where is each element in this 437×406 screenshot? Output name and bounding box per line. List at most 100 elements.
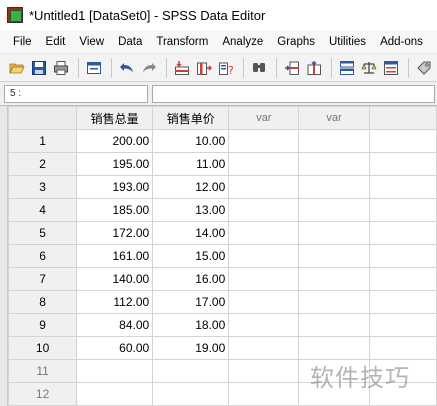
data-cell-filler[interactable] xyxy=(368,290,437,314)
data-cell-filler[interactable] xyxy=(368,129,437,153)
data-cell[interactable] xyxy=(228,175,300,199)
cell-value-input[interactable] xyxy=(152,85,435,103)
data-cell[interactable]: 140.00 xyxy=(76,267,154,291)
row-number[interactable]: 10 xyxy=(7,336,78,360)
data-cell[interactable] xyxy=(228,221,300,245)
menu-transform[interactable]: Transform xyxy=(149,36,215,48)
open-icon[interactable] xyxy=(8,59,26,77)
data-cell[interactable]: 16.00 xyxy=(152,267,230,291)
data-cell[interactable]: 112.00 xyxy=(76,290,154,314)
menu-add-ons[interactable]: Add-ons xyxy=(373,36,430,48)
data-cell[interactable] xyxy=(228,152,300,176)
menu-utilities[interactable]: Utilities xyxy=(322,36,373,48)
insert-cases-icon[interactable] xyxy=(283,59,301,77)
row-number[interactable]: 3 xyxy=(7,175,78,199)
data-cell[interactable] xyxy=(152,382,230,406)
data-cell[interactable]: 161.00 xyxy=(76,244,154,268)
menu-view[interactable]: View xyxy=(72,36,111,48)
data-cell[interactable] xyxy=(228,267,300,291)
insert-variable-icon[interactable] xyxy=(305,59,323,77)
data-cell[interactable] xyxy=(228,198,300,222)
data-cell[interactable] xyxy=(298,221,370,245)
redo-icon[interactable] xyxy=(140,59,158,77)
data-cell[interactable]: 185.00 xyxy=(76,198,154,222)
row-number[interactable]: 5 xyxy=(7,221,78,245)
data-cell-filler[interactable] xyxy=(368,198,437,222)
data-cell[interactable] xyxy=(298,244,370,268)
data-cell[interactable]: 18.00 xyxy=(152,313,230,337)
data-cell[interactable] xyxy=(298,175,370,199)
find-icon[interactable] xyxy=(250,59,268,77)
data-cell[interactable]: 193.00 xyxy=(76,175,154,199)
column-header-var[interactable]: var xyxy=(228,106,300,130)
row-number[interactable]: 9 xyxy=(7,313,78,337)
data-cell[interactable]: 10.00 xyxy=(152,129,230,153)
column-header-sales-total[interactable]: 销售总量 xyxy=(76,106,154,130)
row-number[interactable]: 8 xyxy=(7,290,78,314)
data-cell[interactable] xyxy=(76,359,154,383)
menu-file[interactable]: File xyxy=(0,36,39,48)
goto-case-icon[interactable] xyxy=(173,59,191,77)
data-cell[interactable] xyxy=(228,290,300,314)
data-cell-filler[interactable] xyxy=(368,267,437,291)
weight-cases-icon[interactable] xyxy=(360,59,378,77)
column-header-unit-price[interactable]: 销售单价 xyxy=(152,106,230,130)
data-cell-filler[interactable] xyxy=(368,244,437,268)
data-cell[interactable]: 14.00 xyxy=(152,221,230,245)
data-cell-filler[interactable] xyxy=(368,152,437,176)
value-labels-icon[interactable] xyxy=(415,59,433,77)
menu-graphs[interactable]: Graphs xyxy=(270,36,322,48)
data-cell[interactable] xyxy=(228,382,300,406)
data-cell[interactable] xyxy=(228,129,300,153)
data-cell[interactable] xyxy=(298,129,370,153)
spss-app-icon[interactable] xyxy=(7,7,23,23)
column-header-var[interactable]: var xyxy=(298,106,370,130)
data-cell[interactable]: 13.00 xyxy=(152,198,230,222)
row-number[interactable]: 1 xyxy=(7,129,78,153)
data-cell[interactable] xyxy=(298,313,370,337)
data-cell[interactable] xyxy=(298,290,370,314)
data-cell[interactable] xyxy=(228,244,300,268)
data-cell-filler[interactable] xyxy=(368,336,437,360)
menu-edit[interactable]: Edit xyxy=(39,36,73,48)
row-number[interactable]: 12 xyxy=(7,382,78,406)
row-number[interactable]: 4 xyxy=(7,198,78,222)
data-cell[interactable] xyxy=(298,152,370,176)
split-file-icon[interactable] xyxy=(338,59,356,77)
data-cell[interactable]: 17.00 xyxy=(152,290,230,314)
save-icon[interactable] xyxy=(30,59,48,77)
data-cell[interactable]: 11.00 xyxy=(152,152,230,176)
row-number[interactable]: 2 xyxy=(7,152,78,176)
data-cell[interactable] xyxy=(152,359,230,383)
variables-icon[interactable]: ? xyxy=(217,59,235,77)
data-cell[interactable]: 60.00 xyxy=(76,336,154,360)
data-cell[interactable] xyxy=(228,313,300,337)
select-cases-icon[interactable] xyxy=(382,59,400,77)
data-cell[interactable] xyxy=(228,336,300,360)
data-cell[interactable]: 84.00 xyxy=(76,313,154,337)
data-cell[interactable] xyxy=(76,382,154,406)
row-number[interactable]: 11 xyxy=(7,359,78,383)
print-icon[interactable] xyxy=(52,59,70,77)
data-cell[interactable]: 200.00 xyxy=(76,129,154,153)
data-cell[interactable]: 19.00 xyxy=(152,336,230,360)
data-cell[interactable] xyxy=(298,198,370,222)
data-cell[interactable]: 172.00 xyxy=(76,221,154,245)
data-cell[interactable] xyxy=(298,267,370,291)
grid-corner[interactable] xyxy=(7,106,78,130)
data-cell-filler[interactable] xyxy=(368,175,437,199)
data-cell-filler[interactable] xyxy=(368,313,437,337)
data-cell[interactable] xyxy=(298,336,370,360)
menu-analyze[interactable]: Analyze xyxy=(215,36,270,48)
dialog-recall-icon[interactable] xyxy=(85,59,103,77)
row-number[interactable]: 6 xyxy=(7,244,78,268)
goto-variable-icon[interactable] xyxy=(195,59,213,77)
data-cell[interactable]: 195.00 xyxy=(76,152,154,176)
menu-data[interactable]: Data xyxy=(111,36,149,48)
undo-icon[interactable] xyxy=(118,59,136,77)
data-cell[interactable]: 12.00 xyxy=(152,175,230,199)
row-number[interactable]: 7 xyxy=(7,267,78,291)
data-cell[interactable] xyxy=(228,359,300,383)
data-cell-filler[interactable] xyxy=(368,221,437,245)
data-cell[interactable]: 15.00 xyxy=(152,244,230,268)
